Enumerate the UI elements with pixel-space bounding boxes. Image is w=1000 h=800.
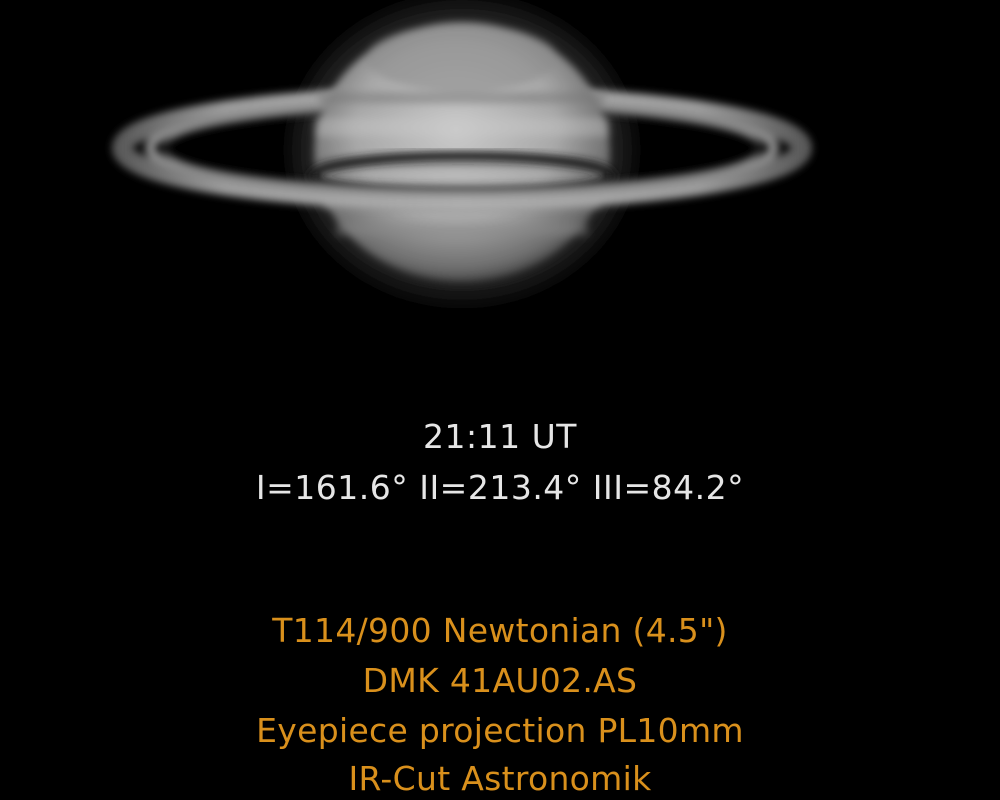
- observation-time: 21:11 UT: [423, 417, 577, 456]
- filter-label: IR-Cut Astronomik: [348, 759, 652, 798]
- telescope-label: T114/900 Newtonian (4.5"): [272, 611, 728, 650]
- camera-label: DMK 41AU02.AS: [362, 661, 638, 700]
- astrophoto-frame: 21:11 UT I=161.6° II=213.4° III=84.2° T1…: [0, 0, 1000, 800]
- saturn-image: [112, 0, 812, 300]
- eyepiece-projection-label: Eyepiece projection PL10mm: [256, 711, 744, 750]
- central-meridian-longitudes: I=161.6° II=213.4° III=84.2°: [255, 468, 745, 507]
